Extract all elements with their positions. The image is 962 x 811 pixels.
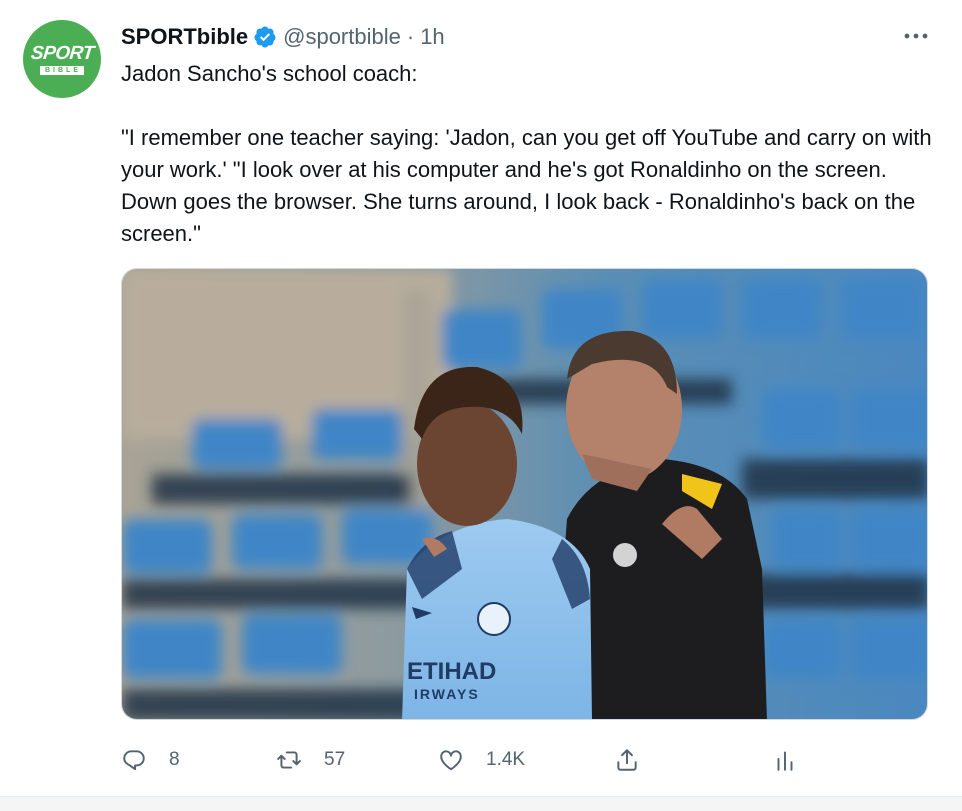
bottom-divider — [0, 796, 962, 811]
tweet-header: SPORTbible @sportbible · 1h — [121, 22, 445, 52]
avatar[interactable]: SPORT BIBLE — [23, 20, 101, 98]
shirt-sponsor-text: ETIHAD — [407, 658, 496, 685]
heart-icon — [440, 750, 462, 771]
like-button[interactable]: 1.4K — [438, 740, 525, 780]
reply-button[interactable]: 8 — [121, 740, 180, 780]
more-options-button[interactable] — [900, 24, 932, 48]
tweet-actions: 8 57 1.4K — [121, 740, 821, 780]
avatar-sub-text: BIBLE — [40, 65, 84, 75]
like-count: 1.4K — [486, 749, 526, 770]
tweet-photo[interactable]: ETIHAD IRWAYS — [121, 268, 928, 720]
analytics-icon — [777, 751, 793, 771]
share-button[interactable] — [614, 740, 640, 780]
account-name[interactable]: SPORTbible — [121, 24, 248, 50]
reply-icon — [123, 750, 145, 771]
tweet-text-quote: "I remember one teacher saying: 'Jadon, … — [121, 125, 932, 246]
verified-badge-icon — [254, 26, 276, 48]
shirt-sponsor-subtext: IRWAYS — [414, 686, 480, 702]
account-handle[interactable]: @sportbible — [283, 24, 401, 50]
tweet-body: Jadon Sancho's school coach: "I remember… — [121, 58, 941, 250]
avatar-brand-text: SPORT — [29, 42, 95, 64]
retweet-icon — [277, 751, 301, 769]
more-icon — [904, 33, 928, 39]
tweet-timestamp[interactable]: 1h — [420, 24, 444, 50]
photo-image: ETIHAD IRWAYS — [122, 269, 927, 719]
share-icon — [617, 749, 637, 771]
tweet-card[interactable]: SPORT BIBLE SPORTbible @sportbible · 1h … — [0, 0, 962, 796]
reply-count: 8 — [169, 749, 180, 770]
retweet-count: 57 — [324, 749, 346, 770]
separator-dot: · — [406, 24, 415, 49]
tweet-text-line: Jadon Sancho's school coach: — [121, 61, 418, 86]
analytics-button[interactable] — [772, 740, 798, 780]
retweet-button[interactable]: 57 — [276, 740, 345, 780]
